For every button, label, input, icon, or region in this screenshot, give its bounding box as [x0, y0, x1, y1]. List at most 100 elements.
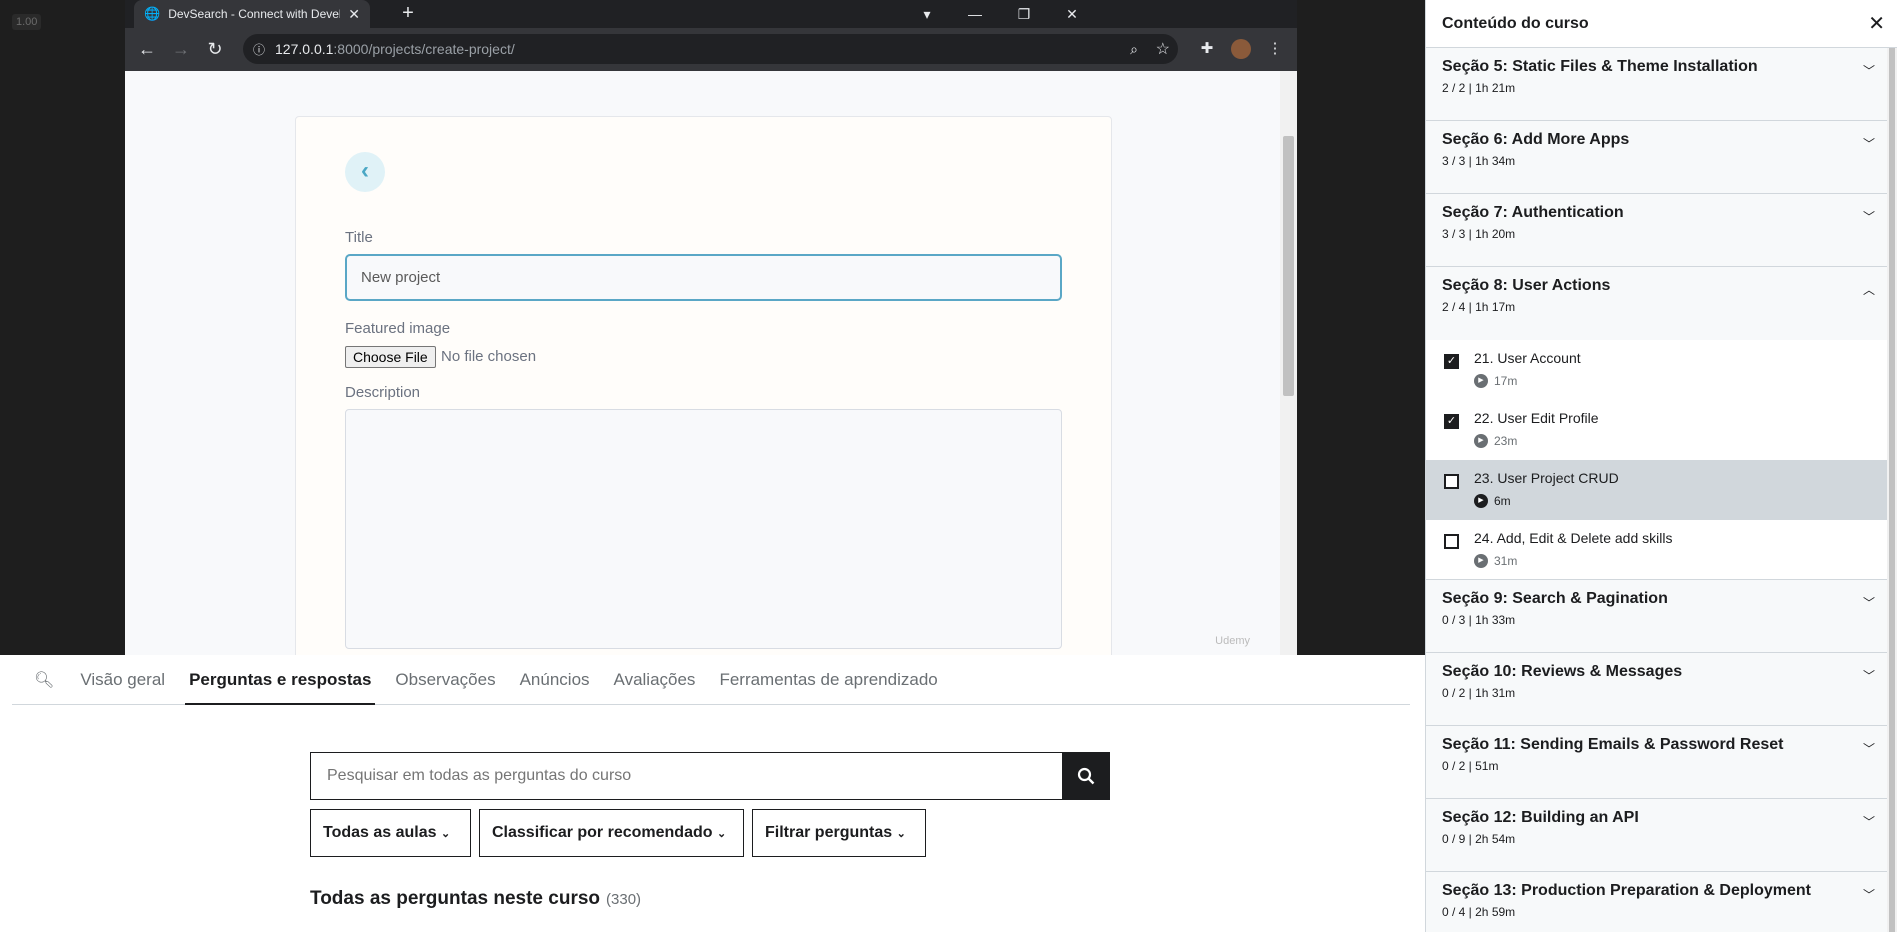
qa-search-button[interactable]	[1062, 753, 1109, 799]
section-meta: 0 / 4 | 2h 59m	[1442, 905, 1516, 919]
sidebar-scrollbar[interactable]	[1887, 48, 1897, 932]
section-8[interactable]: Seção 8: User Actions 2 / 4 | 1h 17m ︿	[1426, 267, 1897, 340]
search-icon[interactable]: 🔍︎	[34, 670, 54, 690]
course-content-sidebar: Conteúdo do curso ✕ Seção 5: Static File…	[1425, 0, 1897, 932]
minimize-button[interactable]: —	[963, 2, 987, 26]
qa-search-input[interactable]	[311, 753, 1062, 799]
qa-search-box	[310, 752, 1110, 800]
title-input[interactable]: New project	[345, 254, 1062, 301]
sort-dropdown[interactable]: Classificar por recomendado ⌄	[479, 809, 744, 857]
lecture-checkbox[interactable]: ✓	[1444, 354, 1459, 369]
page-viewport: ‹ Title New project Featured image Choos…	[125, 71, 1280, 655]
tab-qa[interactable]: Perguntas e respostas	[185, 655, 376, 705]
chevron-down-icon: ﹀	[1862, 815, 1875, 829]
url-path: :8000/projects/create-project/	[333, 41, 515, 57]
lecture-checkbox[interactable]	[1444, 534, 1459, 549]
lecture-item[interactable]: ✓ 22. User Edit Profile ▶ 23m	[1426, 400, 1897, 460]
page-scrollbar[interactable]	[1280, 71, 1297, 655]
lecture-item-current[interactable]: 23. User Project CRUD ▶ 6m	[1426, 460, 1897, 520]
section-6[interactable]: Seção 6: Add More Apps 3 / 3 | 1h 34m ﹀	[1426, 121, 1897, 194]
scrollbar-thumb[interactable]	[1283, 136, 1294, 396]
project-form-card: ‹ Title New project Featured image Choos…	[295, 116, 1112, 655]
featured-image-label: Featured image	[345, 320, 451, 337]
close-tab-icon[interactable]: ✕	[348, 6, 360, 23]
section-title: Seção 12: Building an API	[1442, 809, 1639, 826]
globe-icon: 🌐	[144, 6, 161, 21]
section-title: Seção 13: Production Preparation & Deplo…	[1442, 882, 1811, 899]
play-icon: ▶	[1474, 494, 1488, 508]
lecture-item[interactable]: 24. Add, Edit & Delete add skills ▶ 31m	[1426, 520, 1897, 580]
dropdown-label: Classificar por recomendado	[492, 824, 713, 841]
description-textarea[interactable]	[345, 409, 1062, 649]
scrollbar-thumb[interactable]	[1889, 48, 1895, 932]
section-meta: 0 / 3 | 1h 33m	[1442, 613, 1516, 627]
browser-window: 🌐 DevSearch - Connect with Develo ✕ + ▾ …	[125, 0, 1297, 655]
section-11[interactable]: Seção 11: Sending Emails & Password Rese…	[1426, 726, 1897, 799]
tab-overview[interactable]: Visão geral	[80, 655, 165, 705]
lecture-item[interactable]: ✓ 21. User Account ▶ 17m	[1426, 340, 1897, 400]
restore-button[interactable]: ❐	[1012, 2, 1036, 26]
tab-notes[interactable]: Observações	[395, 655, 495, 705]
section-title: Seção 9: Search & Pagination	[1442, 590, 1668, 607]
tab-bar: 🌐 DevSearch - Connect with Develo ✕ + ▾ …	[125, 0, 1297, 28]
sidebar-header: Conteúdo do curso ✕	[1426, 0, 1897, 48]
profile-avatar[interactable]	[1229, 37, 1253, 61]
close-icon[interactable]: ✕	[1868, 11, 1885, 36]
all-lectures-dropdown[interactable]: Todas as aulas ⌄	[310, 809, 471, 857]
chevron-down-icon: ⌄	[896, 828, 906, 840]
menu-icon[interactable]: ⋮	[1263, 37, 1287, 61]
bookmark-star-icon[interactable]: ☆	[1156, 39, 1170, 59]
section-12[interactable]: Seção 12: Building an API 0 / 9 | 2h 54m ﹀	[1426, 799, 1897, 872]
section-10[interactable]: Seção 10: Reviews & Messages 0 / 2 | 1h 3…	[1426, 653, 1897, 726]
chevron-down-icon: ﹀	[1862, 669, 1875, 683]
chevron-down-icon: ⌄	[440, 828, 451, 840]
browser-toolbar: ← → ↻ ⓘ 127.0.0.1:8000/projects/create-p…	[125, 28, 1297, 71]
zoom-indicator: 1.00	[12, 14, 42, 30]
section-title: Seção 8: User Actions	[1442, 277, 1611, 294]
lecture-duration: 31m	[1494, 554, 1518, 568]
section-meta: 0 / 2 | 1h 31m	[1442, 686, 1516, 700]
tab-learning-tools[interactable]: Ferramentas de aprendizado	[719, 655, 937, 705]
section-meta: 3 / 3 | 1h 20m	[1442, 227, 1516, 241]
close-window-button[interactable]: ✕	[1060, 2, 1084, 26]
lecture-checkbox[interactable]	[1444, 474, 1459, 489]
lecture-checkbox[interactable]: ✓	[1444, 414, 1459, 429]
extensions-icon[interactable]: ✚	[1195, 37, 1219, 61]
section-title: Seção 6: Add More Apps	[1442, 131, 1630, 148]
browser-tab[interactable]: 🌐 DevSearch - Connect with Develo ✕	[134, 0, 370, 28]
chevron-down-icon: ﹀	[1862, 137, 1875, 151]
back-icon[interactable]: ←	[130, 33, 164, 67]
new-tab-button[interactable]: +	[397, 3, 419, 25]
play-icon: ▶	[1474, 554, 1488, 568]
back-arrow-button[interactable]: ‹	[345, 152, 385, 192]
section-meta: 2 / 4 | 1h 17m	[1442, 300, 1516, 314]
video-player[interactable]: 1.00 🌐 DevSearch - Connect with Develo ✕…	[0, 0, 1425, 655]
section-7[interactable]: Seção 7: Authentication 3 / 3 | 1h 20m ﹀	[1426, 194, 1897, 267]
course-tabs: 🔍︎ Visão geral Perguntas e respostas Obs…	[12, 655, 1410, 705]
section-title: Seção 11: Sending Emails & Password Rese…	[1442, 736, 1784, 753]
lecture-title: 24. Add, Edit & Delete add skills	[1474, 530, 1673, 546]
section-5[interactable]: Seção 5: Static Files & Theme Installati…	[1426, 48, 1897, 121]
tab-announcements[interactable]: Anúncios	[520, 655, 590, 705]
lecture-title: 22. User Edit Profile	[1474, 410, 1599, 426]
dropdown-label: Filtrar perguntas	[765, 824, 893, 841]
info-icon: ⓘ	[253, 42, 266, 57]
play-icon: ▶	[1474, 374, 1488, 388]
filter-questions-dropdown[interactable]: Filtrar perguntas ⌄	[752, 809, 926, 857]
choose-file-button[interactable]: Choose File	[345, 346, 436, 368]
lecture-duration: 17m	[1494, 374, 1518, 388]
section-meta: 0 / 9 | 2h 54m	[1442, 832, 1516, 846]
section-title: Seção 10: Reviews & Messages	[1442, 663, 1683, 680]
title-label: Title	[345, 229, 373, 246]
reload-icon[interactable]: ↻	[198, 33, 232, 67]
tab-reviews[interactable]: Avaliações	[614, 655, 696, 705]
chevron-down-icon: ⌄	[716, 828, 727, 840]
forward-icon[interactable]: →	[164, 33, 198, 67]
tab-search-icon[interactable]: ▾	[915, 2, 939, 26]
address-bar[interactable]: ⓘ 127.0.0.1:8000/projects/create-project…	[243, 34, 1178, 64]
sidebar-title: Conteúdo do curso	[1442, 14, 1589, 32]
chevron-up-icon: ︿	[1862, 283, 1875, 297]
section-9[interactable]: Seção 9: Search & Pagination 0 / 3 | 1h 3…	[1426, 580, 1897, 653]
zoom-icon[interactable]: ⌕	[1130, 41, 1138, 58]
section-13[interactable]: Seção 13: Production Preparation & Deplo…	[1426, 872, 1897, 932]
